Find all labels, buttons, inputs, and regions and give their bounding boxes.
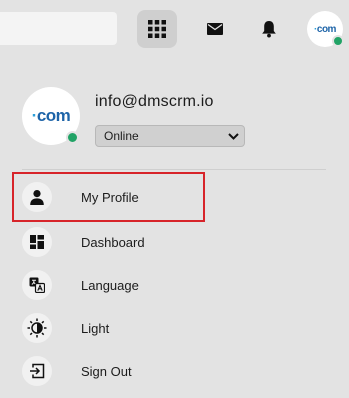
dashboard-icon bbox=[30, 235, 44, 249]
theme-icon bbox=[27, 318, 47, 338]
avatar-logo: ·com bbox=[314, 23, 337, 35]
status-select-value: Online bbox=[104, 129, 139, 143]
translate-icon-wrap bbox=[22, 270, 52, 300]
menu-label-language: Language bbox=[81, 277, 139, 293]
highlight-box bbox=[12, 172, 205, 222]
sign-out-icon bbox=[30, 363, 45, 379]
avatar-logo-text: com bbox=[316, 23, 337, 35]
online-status-dot bbox=[332, 35, 344, 47]
theme-icon-wrap bbox=[22, 313, 52, 343]
profile-dropdown-page: ·com ·com info@dmscrm.io Online My Profi… bbox=[0, 0, 349, 398]
search-input[interactable] bbox=[0, 12, 117, 45]
mail-icon bbox=[207, 23, 223, 35]
notifications-button[interactable] bbox=[249, 10, 289, 48]
user-email: info@dmscrm.io bbox=[95, 93, 214, 110]
status-select[interactable]: Online bbox=[95, 125, 245, 147]
grid-icon bbox=[148, 20, 166, 38]
menu-item-light[interactable]: Light bbox=[22, 311, 204, 345]
dashboard-icon-wrap bbox=[22, 227, 52, 257]
user-avatar-button[interactable]: ·com bbox=[307, 11, 344, 47]
translate-icon bbox=[29, 277, 45, 293]
menu-label-sign-out: Sign Out bbox=[81, 363, 132, 379]
bell-icon bbox=[262, 21, 276, 38]
chevron-down-icon bbox=[228, 132, 239, 140]
menu-label-light: Light bbox=[81, 320, 110, 336]
profile-avatar-logo: ·com bbox=[31, 106, 71, 125]
sign-out-icon-wrap bbox=[22, 356, 52, 386]
menu-item-language[interactable]: Language bbox=[22, 268, 204, 302]
profile-online-dot bbox=[66, 131, 79, 144]
menu-item-dashboard[interactable]: Dashboard bbox=[22, 225, 204, 259]
profile-avatar: ·com bbox=[22, 87, 80, 145]
menu-item-sign-out[interactable]: Sign Out bbox=[22, 354, 204, 388]
apps-button[interactable] bbox=[137, 10, 177, 48]
divider bbox=[22, 169, 326, 170]
menu-label-dashboard: Dashboard bbox=[81, 234, 145, 250]
mail-button[interactable] bbox=[195, 10, 235, 48]
